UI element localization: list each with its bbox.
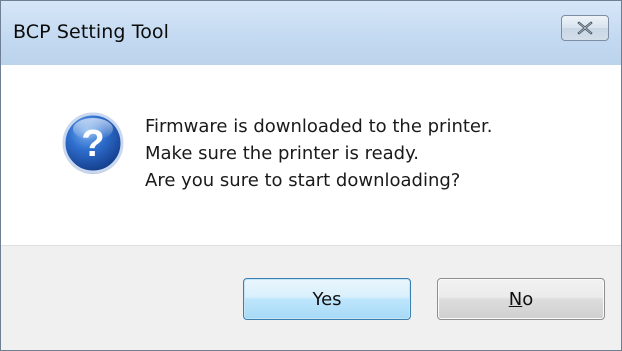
message-line: Make sure the printer is ready. <box>145 143 419 164</box>
close-button[interactable] <box>561 15 609 41</box>
title-bar[interactable]: BCP Setting Tool <box>1 1 621 65</box>
svg-text:?: ? <box>81 123 104 165</box>
no-mnemonic: N <box>508 288 523 310</box>
message-area: ? Firmware is downloaded to the printer.… <box>9 65 619 245</box>
question-icon: ? <box>62 112 124 174</box>
message-line: Firmware is downloaded to the printer. <box>145 116 493 137</box>
yes-button[interactable]: Yes <box>243 278 411 320</box>
message-text: Firmware is downloaded to the printer. M… <box>145 113 492 194</box>
window-title: BCP Setting Tool <box>13 21 170 43</box>
no-label-rest: o <box>522 288 534 310</box>
no-button-label: No <box>509 289 533 310</box>
button-bar: Yes No <box>1 245 621 350</box>
dialog-window: BCP Setting Tool ? Firmware is downloade… <box>0 0 622 351</box>
no-button[interactable]: No <box>437 278 605 320</box>
message-line: Are you sure to start downloading? <box>145 170 461 191</box>
yes-button-label: Yes <box>312 288 342 310</box>
close-icon <box>577 21 593 35</box>
